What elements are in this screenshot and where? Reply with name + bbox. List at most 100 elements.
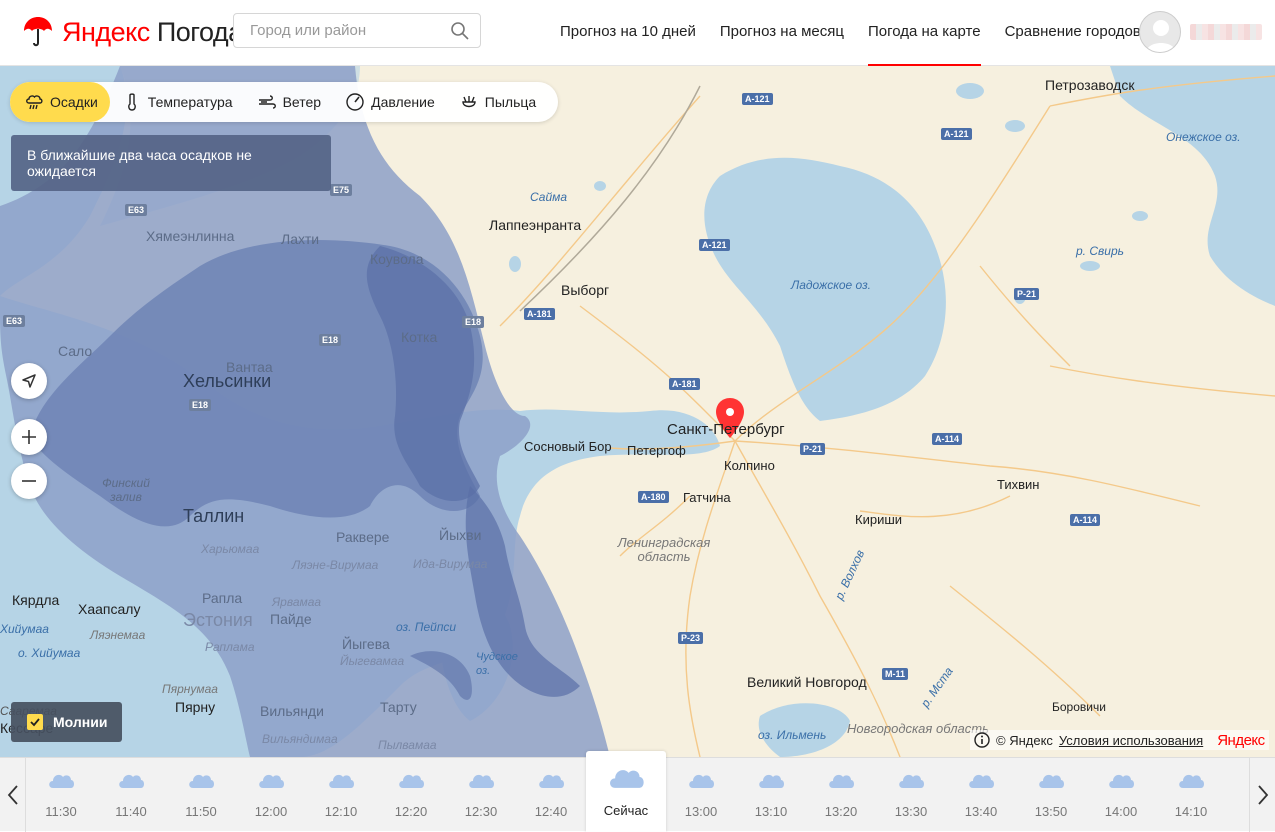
cloud-icon xyxy=(259,774,284,788)
road-shield: M-11 xyxy=(882,668,909,680)
locate-button[interactable] xyxy=(11,363,47,399)
search-input[interactable] xyxy=(234,14,444,47)
layer-temperature-label: Температура xyxy=(147,94,233,110)
timeline-item[interactable]: 12:40 xyxy=(516,758,586,832)
map-label-laanemaa: Ляэнемаа xyxy=(90,628,146,642)
timeline-item[interactable]: 12:30 xyxy=(446,758,516,832)
timeline-item[interactable]: 12:20 xyxy=(376,758,446,832)
zoom-in-button[interactable] xyxy=(11,419,47,455)
plus-icon xyxy=(22,430,36,444)
main-nav: Прогноз на 10 дней Прогноз на месяц Пого… xyxy=(548,0,1153,66)
map-label-estonia: Эстония xyxy=(183,610,253,630)
map-label-veliky-novgorod: Великий Новгород xyxy=(747,674,867,690)
timeline-time-label: 13:30 xyxy=(894,804,928,819)
map-label-chudskoe-lake: Чудское оз. xyxy=(476,651,518,677)
copyright-owner: © Яндекс xyxy=(996,732,1053,748)
map-label-leningrad-oblast: Ленинградская область xyxy=(617,535,711,564)
road-shield: P-21 xyxy=(1014,288,1040,300)
map-label-saint-petersburg: Санкт-Петербург xyxy=(667,421,785,438)
timeline-item[interactable]: 13:50 xyxy=(1016,758,1086,832)
lightning-label: Молнии xyxy=(53,714,108,730)
timeline-item[interactable]: 12:10 xyxy=(306,758,376,832)
road-shield: A-114 xyxy=(932,433,963,445)
map-label-tikhvin: Тихвин xyxy=(997,477,1040,492)
road-shield: E18 xyxy=(319,334,342,346)
timeline-item[interactable]: 11:50 xyxy=(166,758,236,832)
timeline-item[interactable]: 12:00 xyxy=(236,758,306,832)
nav-weather-map[interactable]: Погода на карте xyxy=(856,0,993,66)
road-shield: A-180 xyxy=(638,491,669,503)
nav-forecast-month[interactable]: Прогноз на месяц xyxy=(708,0,856,66)
map-label-novgorod-oblast: Новгородская область xyxy=(847,721,989,736)
timeline-item[interactable]: 13:10 xyxy=(736,758,806,832)
layer-pollen-button[interactable]: Пыльца xyxy=(447,82,548,122)
forecast-timeline: 11:30 11:40 11:50 12:00 12:10 12:20 12:30 12:40… xyxy=(0,751,1275,832)
timeline-item[interactable]: 13:20 xyxy=(806,758,876,832)
map-label-petergof: Петергоф xyxy=(627,443,686,458)
road-shield: A-121 xyxy=(699,239,730,251)
nav-compare-cities[interactable]: Сравнение городов xyxy=(993,0,1153,66)
map-label-jogevamaa: Йыгевамаа xyxy=(340,654,405,668)
terms-of-use-link[interactable]: Условия использования xyxy=(1059,733,1203,748)
map-label-svir-river: р. Свирь xyxy=(1076,244,1124,258)
cloud-icon xyxy=(1109,774,1134,788)
info-icon[interactable] xyxy=(974,732,990,748)
timeline-item[interactable]: 11:40 xyxy=(96,758,166,832)
map-label-kardla: Кярдла xyxy=(12,592,60,608)
cloud-icon xyxy=(329,774,354,788)
timeline-time-label: Сейчас xyxy=(603,803,649,818)
map-label-johvi: Йыхви xyxy=(439,527,482,543)
timeline-time-label: 13:20 xyxy=(824,804,858,819)
map-label-parnu: Пярну xyxy=(175,699,216,715)
lightning-toggle[interactable]: Молнии xyxy=(11,702,122,742)
timeline-next-button[interactable] xyxy=(1249,758,1275,832)
timeline-item[interactable]: 14:00 xyxy=(1086,758,1156,832)
map-label-borovichi: Боровичи xyxy=(1052,700,1106,714)
map-label-sosnovy-bor: Сосновый Бор xyxy=(524,439,612,454)
timeline-time-label: 11:30 xyxy=(45,804,77,819)
username-blurred[interactable] xyxy=(1190,24,1262,40)
yandex-logo[interactable]: Яндекс xyxy=(1217,732,1265,749)
layer-wind-button[interactable]: Ветер xyxy=(245,82,334,122)
road-shield: P-21 xyxy=(800,443,826,455)
lightning-checkbox[interactable] xyxy=(27,714,43,730)
map-label-petrozavodsk: Петрозаводск xyxy=(1045,77,1135,93)
pressure-icon xyxy=(346,93,364,111)
timeline-item-now[interactable]: Сейчас xyxy=(586,751,666,832)
zoom-out-button[interactable] xyxy=(11,463,47,499)
map-label-vyborg: Выборг xyxy=(561,282,610,298)
pollen-icon xyxy=(462,96,476,108)
timeline-time-label: 11:40 xyxy=(115,804,147,819)
cloud-icon xyxy=(469,774,494,788)
layer-pressure-button[interactable]: Давление xyxy=(333,82,447,122)
layer-precipitation-button[interactable]: Осадки xyxy=(10,82,110,122)
timeline-time-label: 12:20 xyxy=(394,804,428,819)
map-label-gulf-of-finland: Финский залив xyxy=(102,476,150,504)
map-label-polvamaa: Пылвамаа xyxy=(378,738,437,752)
weather-map[interactable]: Петрозаводск Лаппеэнранта Выборг Хямеэнл… xyxy=(0,66,1275,757)
map-label-viljandimaa: Вильяндимаа xyxy=(262,732,338,746)
nav-forecast-10-days[interactable]: Прогноз на 10 дней xyxy=(548,0,708,66)
map-label-helsinki: Хельсинки xyxy=(183,371,272,391)
logo[interactable]: Яндекс Погода xyxy=(22,14,243,50)
timeline-item[interactable]: 14:10 xyxy=(1156,758,1226,832)
timeline-item[interactable]: 11:30 xyxy=(26,758,96,832)
timeline-time-label: 13:40 xyxy=(964,804,998,819)
avatar[interactable] xyxy=(1139,11,1181,53)
search-icon[interactable] xyxy=(450,21,470,41)
map-label-parnumaa: Пярнумаа xyxy=(162,682,218,696)
layer-temperature-button[interactable]: Температура xyxy=(110,82,245,122)
header: Яндекс Погода Прогноз на 10 дней Прогноз… xyxy=(0,0,1275,66)
timeline-item[interactable]: 13:30 xyxy=(876,758,946,832)
timeline-item[interactable]: 13:40 xyxy=(946,758,1016,832)
timeline-prev-button[interactable] xyxy=(0,758,26,832)
map-label-tartu: Тарту xyxy=(380,699,417,715)
timeline-items: 11:30 11:40 11:50 12:00 12:10 12:20 12:30 12:40… xyxy=(26,751,1242,832)
user-silhouette-icon xyxy=(1146,20,1176,52)
map-label-paide: Пайде xyxy=(270,611,312,627)
precipitation-icon xyxy=(26,95,43,110)
timeline-item[interactable]: 13:00 xyxy=(666,758,736,832)
cloud-icon xyxy=(399,774,424,788)
road-shield: A-181 xyxy=(524,308,555,320)
checkmark-icon xyxy=(30,718,40,727)
